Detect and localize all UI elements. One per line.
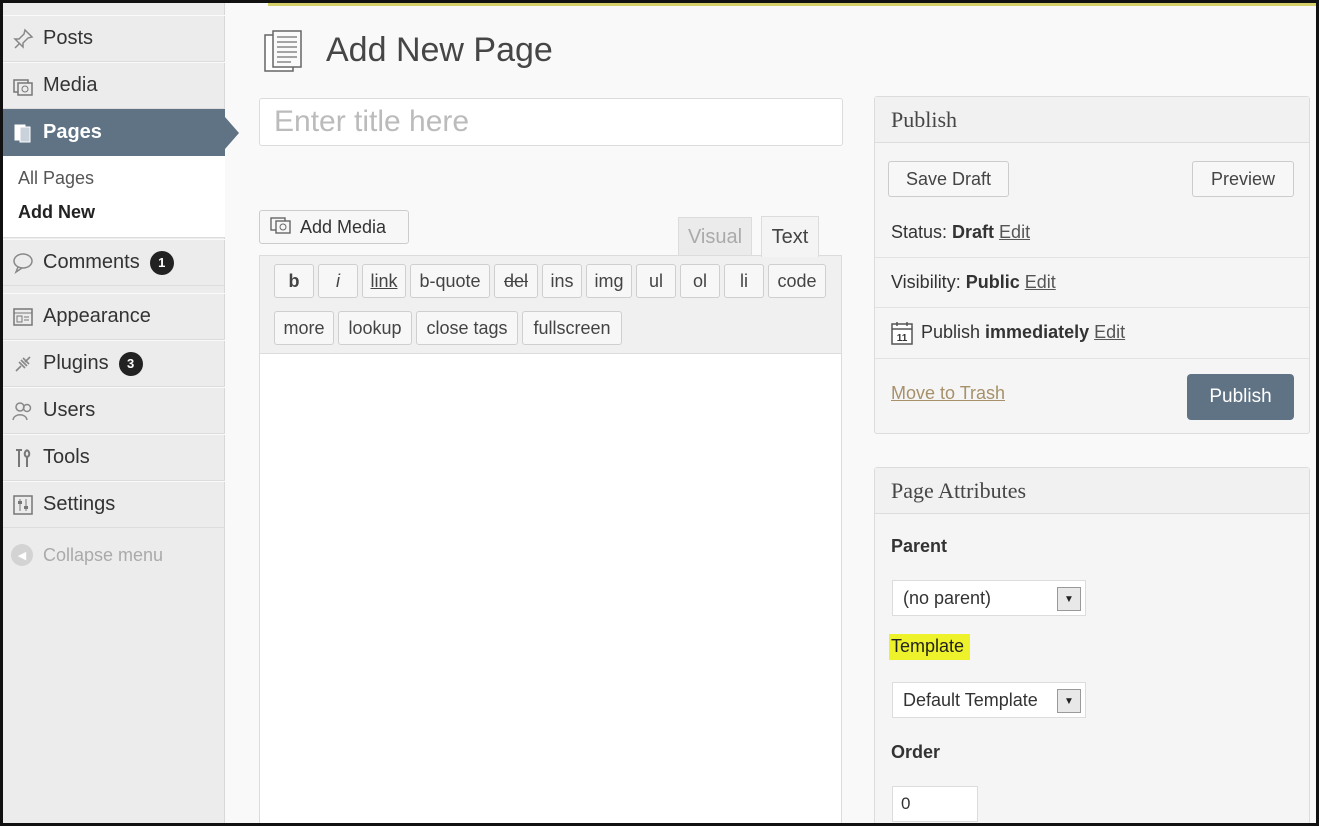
sidebar-item-label: Tools: [43, 446, 90, 468]
sidebar-item-label: Appearance: [43, 305, 151, 327]
add-media-label: Add Media: [300, 216, 387, 237]
save-draft-button[interactable]: Save Draft: [888, 161, 1009, 197]
sidebar-item-label: Plugins: [43, 352, 109, 374]
calendar-day: 11: [897, 333, 908, 344]
qt-italic-button[interactable]: i: [318, 264, 358, 298]
parent-select[interactable]: (no parent) ▼: [892, 580, 1086, 616]
comments-count-badge: 1: [149, 250, 174, 275]
tab-visual[interactable]: Visual: [678, 217, 752, 257]
template-select[interactable]: Default Template ▼: [892, 682, 1086, 718]
status-value: Draft: [952, 221, 995, 242]
parent-label: Parent: [891, 536, 948, 556]
qt-ol-button[interactable]: ol: [680, 264, 720, 298]
sidebar-item-plugins[interactable]: Plugins 3: [3, 340, 225, 387]
visibility-label: Visibility:: [891, 272, 961, 292]
qt-link-button[interactable]: link: [362, 264, 406, 298]
users-icon: [9, 399, 37, 423]
schedule-label: Publish: [921, 322, 981, 342]
chevron-down-icon: ▼: [1057, 689, 1081, 713]
publish-box-heading: Publish: [875, 97, 1309, 143]
qt-ul-button[interactable]: ul: [636, 264, 676, 298]
add-media-button[interactable]: Add Media: [259, 210, 409, 244]
schedule-value: immediately: [985, 322, 1090, 342]
sidebar-item-label: Pages: [43, 121, 102, 143]
comment-icon: [9, 251, 37, 275]
page-attributes-box: Page Attributes Parent (no parent) ▼ Tem…: [874, 467, 1310, 823]
template-label: Template: [889, 634, 971, 660]
qt-more-button[interactable]: more: [274, 311, 334, 345]
qt-fullscreen-button[interactable]: fullscreen: [522, 311, 622, 345]
sidebar-item-label: Comments: [43, 251, 140, 273]
qt-lookup-button[interactable]: lookup: [338, 311, 412, 345]
title-input[interactable]: [259, 98, 843, 146]
qt-close-tags-button[interactable]: close tags: [416, 311, 518, 345]
tab-text[interactable]: Text: [761, 216, 819, 257]
visibility-edit-link[interactable]: Edit: [1025, 272, 1056, 293]
sidebar-item-pages[interactable]: Pages: [3, 109, 239, 156]
quicktags-toolbar: b i link b-quote del ins img ul ol li co…: [260, 256, 841, 354]
chevron-down-icon: ▼: [1057, 587, 1081, 611]
sidebar-item-settings[interactable]: Settings: [3, 481, 225, 528]
parent-select-value: (no parent): [903, 587, 992, 608]
top-notice-line: [268, 3, 1316, 6]
appearance-icon: [9, 305, 37, 329]
sidebar-item-media[interactable]: Media: [3, 62, 225, 109]
sidebar-item-comments[interactable]: Comments 1: [3, 239, 225, 286]
tools-icon: [9, 446, 37, 470]
sidebar-item-appearance[interactable]: Appearance: [3, 293, 225, 340]
move-to-trash-link[interactable]: Move to Trash: [891, 383, 1005, 404]
collapse-menu-label: Collapse menu: [43, 544, 164, 565]
collapse-menu-button[interactable]: ◀ Collapse menu: [3, 533, 225, 577]
pin-icon: [9, 27, 37, 51]
plugin-icon: [9, 352, 37, 376]
screen: Posts Media Pages All Pages Add New Comm…: [0, 0, 1319, 826]
media-icon: [270, 215, 292, 240]
visibility-value: Public: [965, 272, 1020, 292]
page-attributes-heading: Page Attributes: [875, 468, 1309, 514]
pages-icon: [9, 121, 37, 145]
pages-submenu: All Pages Add New: [3, 156, 225, 238]
order-input[interactable]: [892, 786, 978, 822]
sidebar-item-tools[interactable]: Tools: [3, 434, 225, 481]
sidebar-item-label: Users: [43, 399, 96, 421]
settings-icon: [9, 493, 37, 517]
page-icon: [261, 29, 307, 75]
template-label-text: Template: [889, 634, 971, 660]
sidebar-item-users[interactable]: Users: [3, 387, 225, 434]
qt-li-button[interactable]: li: [724, 264, 764, 298]
admin-sidebar: Posts Media Pages All Pages Add New Comm…: [3, 3, 239, 823]
visibility-row: Visibility: Public Edit: [875, 257, 1309, 307]
media-icon: [9, 74, 37, 98]
status-row: Status: Draft Edit: [875, 207, 1309, 257]
qt-del-button[interactable]: del: [494, 264, 538, 298]
schedule-row: 11 Publish immediately Edit: [875, 307, 1309, 357]
qt-bold-button[interactable]: b: [274, 264, 314, 298]
content-editor[interactable]: b i link b-quote del ins img ul ol li co…: [259, 255, 842, 823]
submenu-add-new[interactable]: Add New: [18, 202, 95, 223]
status-edit-link[interactable]: Edit: [999, 222, 1030, 243]
sidebar-item-label: Posts: [43, 27, 94, 49]
order-label: Order: [891, 742, 941, 762]
preview-button[interactable]: Preview: [1192, 161, 1294, 197]
status-label: Status:: [891, 221, 948, 242]
schedule-edit-link[interactable]: Edit: [1094, 322, 1125, 343]
submenu-all-pages[interactable]: All Pages: [18, 168, 94, 189]
sidebar-item-label: Settings: [43, 493, 116, 515]
plugins-update-badge: 3: [118, 351, 143, 376]
qt-ins-button[interactable]: ins: [542, 264, 582, 298]
sidebar-item-posts[interactable]: Posts: [3, 15, 225, 62]
publish-box: Publish Save Draft Preview Status: Draft…: [874, 96, 1310, 434]
qt-img-button[interactable]: img: [586, 264, 632, 298]
qt-code-button[interactable]: code: [768, 264, 826, 298]
page-title: Add New Page: [326, 31, 553, 69]
divider: [875, 358, 1309, 359]
calendar-icon: 11: [891, 321, 913, 345]
collapse-arrow-icon: ◀: [11, 544, 33, 566]
sidebar-item-label: Media: [43, 74, 98, 96]
publish-button[interactable]: Publish: [1187, 374, 1294, 420]
qt-bquote-button[interactable]: b-quote: [410, 264, 490, 298]
template-select-value: Default Template: [903, 689, 1038, 710]
